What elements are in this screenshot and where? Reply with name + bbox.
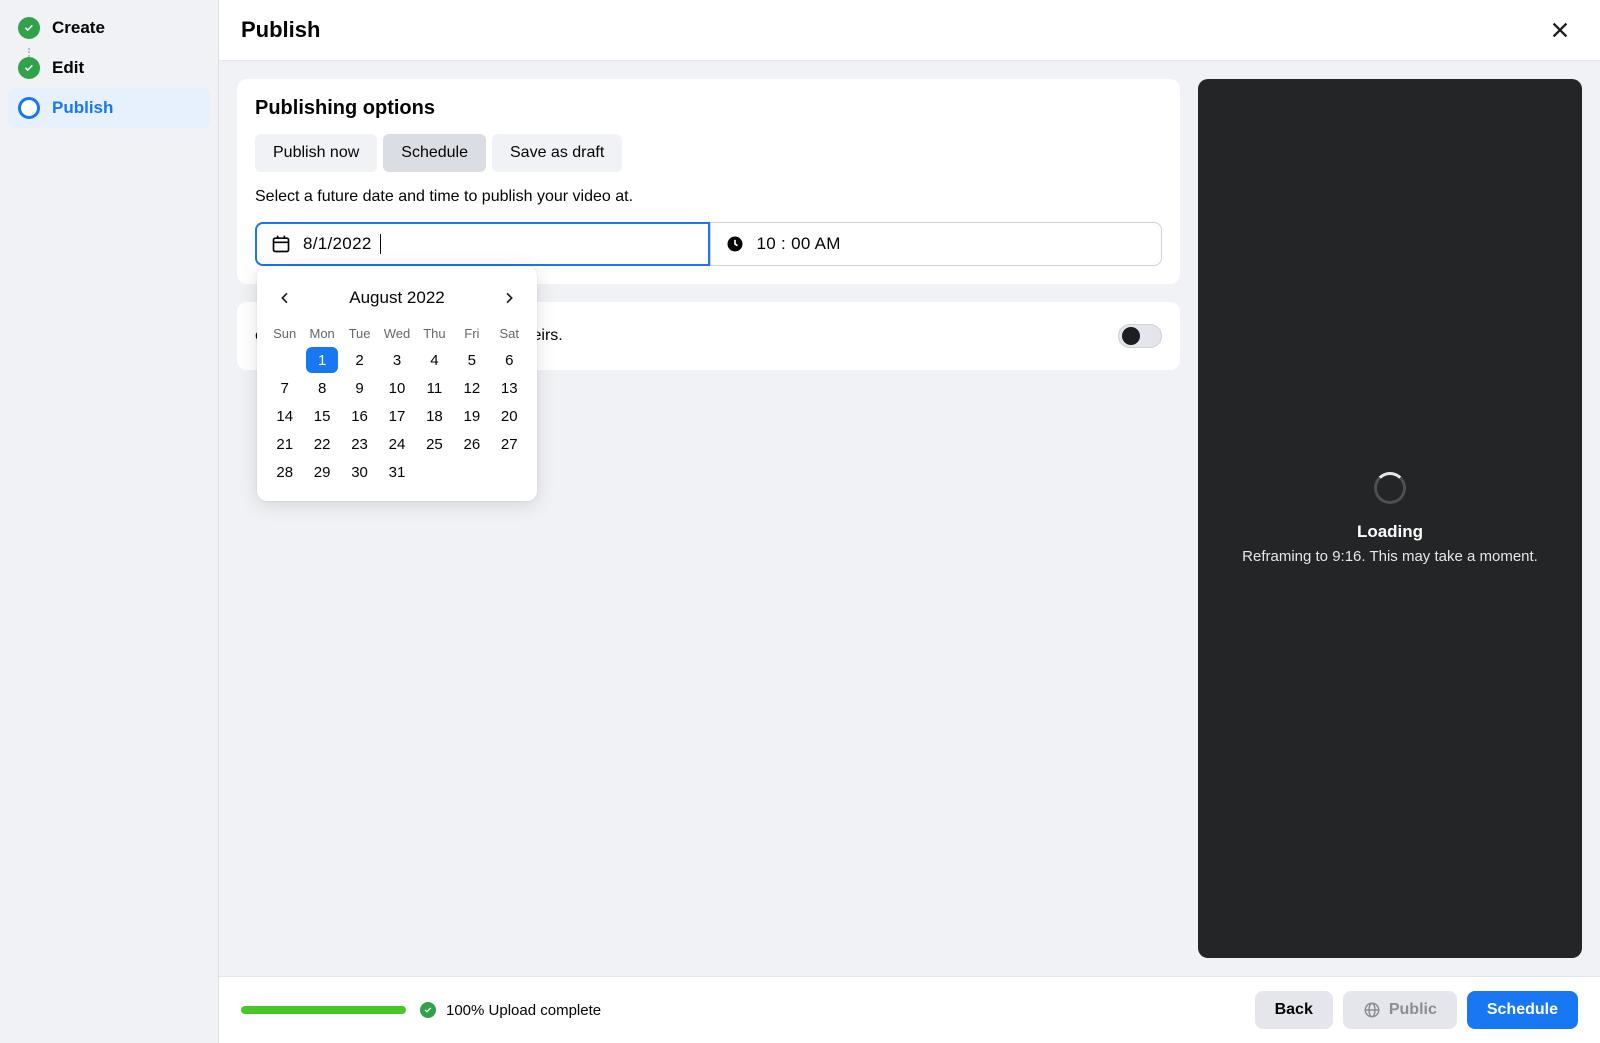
schedule-button[interactable]: Schedule: [1467, 991, 1578, 1029]
privacy-label: Public: [1389, 1001, 1437, 1019]
calendar-day[interactable]: 1: [306, 347, 338, 373]
calendar-day[interactable]: 21: [269, 431, 301, 457]
calendar-day[interactable]: 29: [306, 459, 338, 485]
preview-title: Loading: [1357, 522, 1423, 542]
remix-toggle[interactable]: [1118, 324, 1162, 348]
calendar-dow: Tue: [342, 322, 377, 345]
privacy-button[interactable]: Public: [1343, 991, 1457, 1029]
check-icon: [420, 1002, 436, 1018]
globe-icon: [1363, 1001, 1381, 1019]
circle-icon: [18, 97, 40, 119]
back-button[interactable]: Back: [1255, 991, 1333, 1029]
datetime-row: 8/1/2022 August 2022: [255, 222, 1162, 266]
upload-status-text: 100% Upload complete: [446, 1002, 601, 1019]
close-button[interactable]: [1542, 12, 1578, 48]
calendar-day[interactable]: 24: [381, 431, 413, 457]
calendar-dow: Mon: [304, 322, 339, 345]
calendar-dow: Wed: [379, 322, 414, 345]
next-month-button[interactable]: [495, 284, 523, 312]
calendar-icon: [271, 234, 291, 254]
calendar-day[interactable]: 23: [344, 431, 376, 457]
sidebar: Create Edit Publish: [0, 0, 219, 1043]
calendar-grid: SunMonTueWedThuFriSat1234567891011121314…: [267, 322, 527, 485]
calendar-day[interactable]: 4: [418, 347, 450, 373]
step-edit[interactable]: Edit: [8, 48, 210, 88]
date-picker: August 2022 SunMonTueWedThuFriSat1234567…: [257, 266, 537, 501]
date-input[interactable]: 8/1/2022 August 2022: [255, 222, 710, 266]
publishing-options-card: Publishing options Publish now Schedule …: [237, 79, 1180, 284]
page-title: Publish: [241, 17, 320, 43]
footer: 100% Upload complete Back Public Schedul…: [219, 976, 1600, 1043]
calendar-day[interactable]: 12: [456, 375, 488, 401]
calendar-day[interactable]: 10: [381, 375, 413, 401]
calendar-day[interactable]: 26: [456, 431, 488, 457]
calendar-dow: Fri: [454, 322, 489, 345]
content: Publishing options Publish now Schedule …: [219, 61, 1600, 976]
schedule-help-text: Select a future date and time to publish…: [255, 188, 1162, 206]
main: Publish Publishing options Publish now S…: [219, 0, 1600, 1043]
calendar-day[interactable]: 25: [418, 431, 450, 457]
preview-panel: Loading Reframing to 9:16. This may take…: [1198, 79, 1582, 958]
calendar-day[interactable]: 18: [418, 403, 450, 429]
publish-option-tabs: Publish now Schedule Save as draft: [255, 134, 1162, 172]
loading-spinner-icon: [1374, 472, 1406, 504]
tab-publish-now[interactable]: Publish now: [255, 134, 377, 172]
upload-progress-bar: [241, 1006, 406, 1014]
calendar-day[interactable]: 14: [269, 403, 301, 429]
chevron-right-icon: [501, 290, 517, 306]
tab-save-draft[interactable]: Save as draft: [492, 134, 622, 172]
check-icon: [18, 57, 40, 79]
calendar-day[interactable]: 16: [344, 403, 376, 429]
calendar-day[interactable]: 19: [456, 403, 488, 429]
close-icon: [1549, 19, 1571, 41]
calendar-day[interactable]: 20: [493, 403, 525, 429]
step-label: Publish: [52, 98, 113, 118]
preview-subtitle: Reframing to 9:16. This may take a momen…: [1242, 548, 1538, 565]
step-create[interactable]: Create: [8, 8, 210, 48]
calendar-day[interactable]: 31: [381, 459, 413, 485]
chevron-left-icon: [277, 290, 293, 306]
calendar-day[interactable]: 22: [306, 431, 338, 457]
left-column: Publishing options Publish now Schedule …: [237, 79, 1180, 958]
check-icon: [18, 17, 40, 39]
date-value: 8/1/2022: [303, 234, 372, 254]
card-title: Publishing options: [255, 97, 1162, 120]
step-label: Edit: [52, 58, 84, 78]
calendar-day[interactable]: 13: [493, 375, 525, 401]
time-value: 10 : 00 AM: [757, 234, 841, 254]
calendar-day[interactable]: 6: [493, 347, 525, 373]
calendar-dow: Sun: [267, 322, 302, 345]
calendar-month-label: August 2022: [349, 288, 444, 308]
clock-icon: [725, 234, 745, 254]
calendar-day[interactable]: 2: [344, 347, 376, 373]
step-publish[interactable]: Publish: [8, 88, 210, 128]
calendar-dow: Thu: [417, 322, 452, 345]
calendar-day[interactable]: 5: [456, 347, 488, 373]
step-label: Create: [52, 18, 105, 38]
calendar-day[interactable]: 27: [493, 431, 525, 457]
calendar-day[interactable]: 30: [344, 459, 376, 485]
calendar-day[interactable]: 28: [269, 459, 301, 485]
calendar-day[interactable]: 11: [418, 375, 450, 401]
calendar-dow: Sat: [492, 322, 527, 345]
calendar-day[interactable]: 8: [306, 375, 338, 401]
calendar-day[interactable]: 7: [269, 375, 301, 401]
tab-schedule[interactable]: Schedule: [383, 134, 486, 172]
calendar-day[interactable]: 3: [381, 347, 413, 373]
calendar-day[interactable]: 9: [344, 375, 376, 401]
time-input[interactable]: 10 : 00 AM: [710, 223, 1162, 265]
prev-month-button[interactable]: [271, 284, 299, 312]
calendar-day[interactable]: 17: [381, 403, 413, 429]
header: Publish: [219, 0, 1600, 61]
calendar-day[interactable]: 15: [306, 403, 338, 429]
